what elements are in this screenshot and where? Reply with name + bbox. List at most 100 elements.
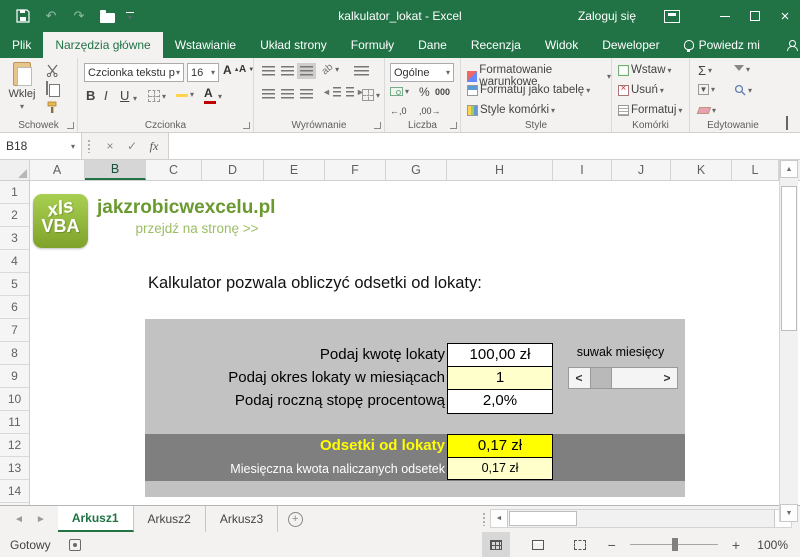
tab-narzedzia-glowne[interactable]: Narzędzia główne <box>43 32 163 58</box>
column-header-a[interactable]: A <box>30 160 85 180</box>
column-header-l[interactable]: L <box>732 160 779 180</box>
decrease-indent-icon[interactable]: ◄ <box>322 87 341 97</box>
row-header[interactable]: 4 <box>0 250 29 273</box>
share-button[interactable]: Udostępnij <box>772 32 800 58</box>
scroll-up-icon[interactable]: ▲ <box>780 160 798 178</box>
align-top-icon[interactable] <box>262 66 275 76</box>
merge-center-button[interactable]: ▾ <box>362 89 380 101</box>
row-header[interactable]: 10 <box>0 388 29 411</box>
sheet-nav-right-icon[interactable]: ► <box>36 514 46 525</box>
column-header-b[interactable]: B <box>85 160 146 180</box>
month-slider[interactable]: < > <box>568 367 678 389</box>
align-bottom-icon[interactable] <box>297 63 316 79</box>
column-header-h[interactable]: H <box>447 160 553 180</box>
column-header-k[interactable]: K <box>671 160 732 180</box>
grow-font-button[interactable]: A ▲ <box>223 64 240 76</box>
page-layout-view-button[interactable] <box>524 532 552 557</box>
site-link[interactable]: przejdź na stronę >> <box>97 221 297 236</box>
underline-button[interactable]: U <box>120 88 129 103</box>
site-name[interactable]: jakzrobicwexcelu.pl <box>97 197 275 219</box>
deposit-period-cell[interactable]: 1 <box>448 367 552 390</box>
find-select-button[interactable]: ▾ <box>734 84 752 96</box>
save-icon[interactable] <box>14 7 32 25</box>
fill-color-button[interactable]: ▾ <box>176 90 194 99</box>
wrap-text-icon[interactable] <box>354 66 369 76</box>
undo-icon[interactable]: ↶ <box>42 7 60 25</box>
minimize-button[interactable] <box>710 0 740 32</box>
page-break-view-button[interactable] <box>566 532 594 557</box>
zoom-in-icon[interactable]: + <box>732 537 740 553</box>
number-format-combo[interactable]: Ogólne ▾ <box>390 63 454 82</box>
new-sheet-button[interactable]: + <box>278 506 312 532</box>
tell-me-box[interactable]: Powiedz mi <box>672 32 772 58</box>
font-name-combo[interactable]: Czcionka tekstu p ▾ <box>84 63 184 82</box>
comma-style-button[interactable]: 000 <box>435 87 450 97</box>
deposit-amount-cell[interactable]: 100,00 zł <box>448 344 552 367</box>
column-header-d[interactable]: D <box>202 160 264 180</box>
row-header[interactable]: 8 <box>0 342 29 365</box>
accounting-format-button[interactable]: ▾ <box>390 87 409 96</box>
italic-button[interactable]: I <box>104 88 108 103</box>
bold-button[interactable]: B <box>86 88 95 103</box>
zoom-slider[interactable] <box>629 538 718 551</box>
row-header[interactable]: 11 <box>0 411 29 434</box>
paste-button[interactable]: Wklej ▾ <box>5 62 39 111</box>
worksheet[interactable]: 1 2 3 4 5 6 7 8 9 10 11 12 13 14 15 xls … <box>0 181 800 505</box>
column-header-f[interactable]: F <box>325 160 386 180</box>
shrink-font-button[interactable]: A ▼ <box>239 65 254 75</box>
record-macro-icon[interactable] <box>68 538 81 551</box>
insert-function-icon[interactable]: fx <box>144 139 164 154</box>
cell-styles-button[interactable]: Style komórki ▾ <box>467 104 555 116</box>
formula-input[interactable] <box>168 133 800 159</box>
row-header[interactable]: 12 <box>0 434 29 457</box>
zoom-level[interactable]: 100% <box>754 538 788 552</box>
vertical-scrollbar[interactable]: ▲ ▼ <box>779 160 798 522</box>
customize-qat-icon[interactable]: ▾ <box>126 12 134 22</box>
row-header[interactable]: 14 <box>0 480 29 503</box>
sheet-tab-arkusz2[interactable]: Arkusz2 <box>134 506 206 532</box>
slider-thumb[interactable] <box>590 368 612 388</box>
tab-widok[interactable]: Widok <box>533 32 590 58</box>
row-header[interactable]: 6 <box>0 296 29 319</box>
sign-in-link[interactable]: Zaloguj się <box>578 9 636 23</box>
enter-entry-icon[interactable]: ✓ <box>122 139 142 153</box>
orientation-button[interactable]: ab ▾ <box>320 62 339 78</box>
format-cells-button[interactable]: Formatuj ▾ <box>618 104 682 116</box>
format-painter-button[interactable] <box>46 101 59 117</box>
clear-button[interactable]: ▾ <box>696 106 716 115</box>
normal-view-button[interactable] <box>481 532 510 557</box>
row-header[interactable]: 5 <box>0 273 29 296</box>
vertical-scroll-thumb[interactable] <box>781 186 797 331</box>
column-header-g[interactable]: G <box>386 160 447 180</box>
align-right-icon[interactable] <box>300 89 313 99</box>
column-header-e[interactable]: E <box>264 160 325 180</box>
underline-dropdown-icon[interactable]: ▾ <box>133 94 137 103</box>
monthly-interest-cell[interactable]: 0,17 zł <box>448 458 552 479</box>
tab-dane[interactable]: Dane <box>406 32 459 58</box>
copy-button[interactable] <box>46 81 48 95</box>
interest-result-cell[interactable]: 0,17 zł <box>448 435 552 458</box>
align-center-icon[interactable] <box>281 89 294 99</box>
increase-decimal-button[interactable]: ←,0 <box>390 106 407 116</box>
ribbon-display-options-icon[interactable] <box>664 9 680 23</box>
format-as-table-button[interactable]: Formatuj jako tabelę ▾ <box>467 84 590 96</box>
interest-rate-cell[interactable]: 2,0% <box>448 390 552 413</box>
horizontal-scroll-thumb[interactable] <box>509 511 577 526</box>
maximize-button[interactable] <box>740 0 770 32</box>
slider-left-arrow[interactable]: < <box>569 371 589 385</box>
row-header[interactable]: 9 <box>0 365 29 388</box>
percent-style-button[interactable]: % <box>419 85 430 99</box>
tab-wstawianie[interactable]: Wstawianie <box>163 32 248 58</box>
font-color-button[interactable]: A ▾ <box>204 87 222 104</box>
zoom-out-icon[interactable]: − <box>608 537 616 553</box>
site-logo[interactable]: xls VBA <box>33 194 88 248</box>
insert-cells-button[interactable]: Wstaw ▾ <box>618 64 672 76</box>
tab-plik[interactable]: Plik <box>0 32 43 58</box>
cancel-entry-icon[interactable]: × <box>100 139 120 153</box>
tab-recenzja[interactable]: Recenzja <box>459 32 533 58</box>
sort-filter-button[interactable]: ▾ <box>734 63 750 76</box>
autosum-button[interactable]: Σ ▾ <box>698 63 712 78</box>
horizontal-scrollbar[interactable]: ◄ ► <box>490 509 792 528</box>
select-all-corner[interactable] <box>0 160 30 180</box>
row-header[interactable]: 2 <box>0 204 29 227</box>
